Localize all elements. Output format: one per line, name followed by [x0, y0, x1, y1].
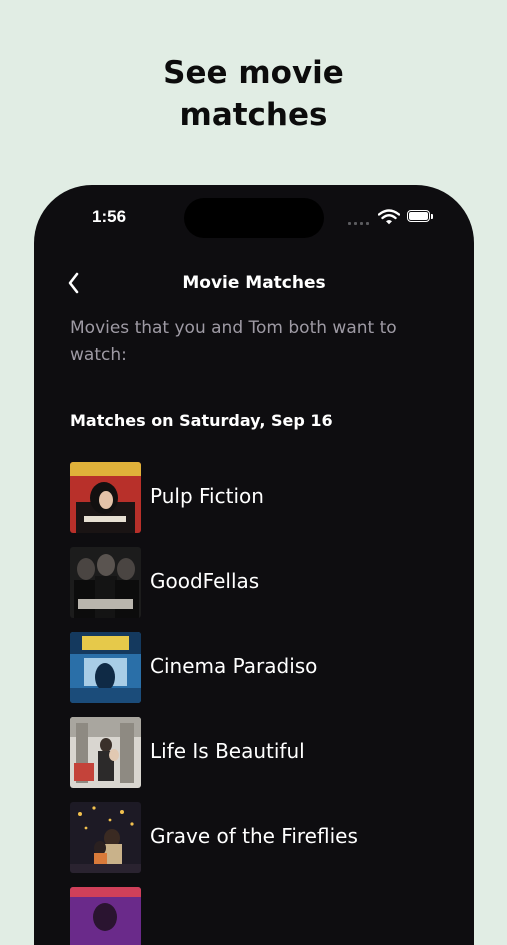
- movie-poster: [70, 547, 141, 618]
- movie-row-grave-of-the-fireflies[interactable]: Grave of the Fireflies: [70, 802, 450, 887]
- phone-frame: 1:56 Movie Matches Movies that you and T…: [34, 185, 474, 945]
- cellular-signal-icon: [348, 219, 370, 225]
- movie-list: Pulp Fiction GoodFellas Cinema Paradiso …: [70, 462, 450, 945]
- movie-row-partial[interactable]: [70, 887, 450, 945]
- movie-row-life-is-beautiful[interactable]: Life Is Beautiful: [70, 717, 450, 802]
- movie-poster: [70, 802, 141, 873]
- page-subtitle: Movies that you and Tom both want to wat…: [70, 318, 397, 365]
- status-time: 1:56: [92, 207, 127, 226]
- movie-poster: [70, 887, 141, 945]
- section-heading: Matches on Saturday, Sep 16: [70, 411, 333, 430]
- movie-row-cinema-paradiso[interactable]: Cinema Paradiso: [70, 632, 450, 717]
- movie-title: Pulp Fiction: [150, 484, 264, 508]
- movie-title: Life Is Beautiful: [150, 739, 305, 763]
- battery-icon: [407, 210, 435, 224]
- page-title: Movie Matches: [182, 273, 326, 293]
- movie-title: Grave of the Fireflies: [150, 824, 358, 848]
- movie-title: GoodFellas: [150, 569, 260, 593]
- movie-row-goodfellas[interactable]: GoodFellas: [70, 547, 450, 632]
- movie-row-pulp-fiction[interactable]: Pulp Fiction: [70, 462, 450, 547]
- dynamic-island: [184, 198, 324, 238]
- status-bar: 1:56: [34, 185, 474, 245]
- nav-bar: Movie Matches: [34, 265, 474, 301]
- wifi-icon: [377, 209, 401, 225]
- movie-poster: [70, 462, 141, 533]
- headline-line-1: See movie: [163, 55, 344, 91]
- movie-title: Cinema Paradiso: [150, 654, 318, 678]
- movie-poster: [70, 632, 141, 703]
- movie-poster: [70, 717, 141, 788]
- headline-line-2: matches: [179, 97, 328, 133]
- headline: See movie matches: [0, 52, 507, 136]
